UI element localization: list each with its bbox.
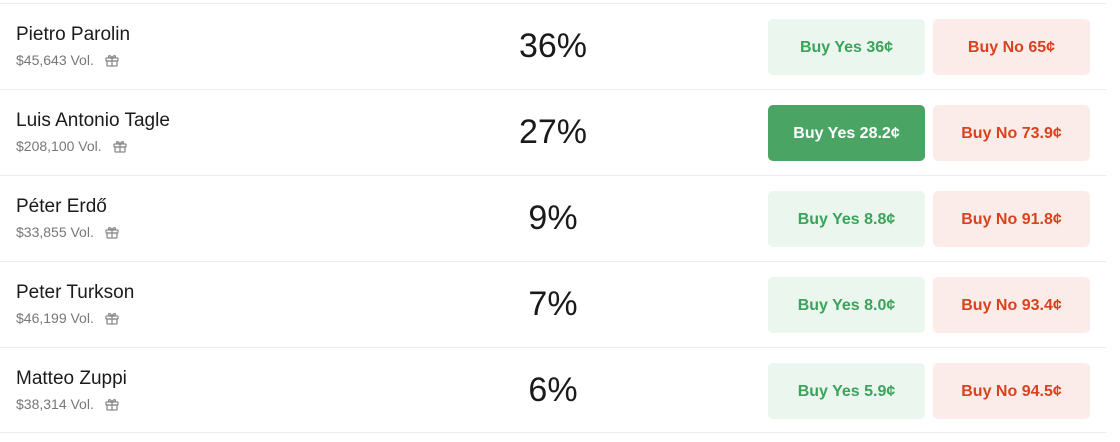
candidate-info: Peter Turkson $46,199 Vol. — [16, 281, 134, 327]
candidate-meta: $45,643 Vol. — [16, 51, 130, 69]
candidate-name: Luis Antonio Tagle — [16, 110, 170, 131]
buy-yes-button[interactable]: Buy Yes 36¢ — [768, 19, 925, 75]
candidate-list: Pietro Parolin $45,643 Vol. 36% Buy Yes … — [0, 3, 1106, 433]
gift-icon[interactable] — [104, 224, 120, 240]
candidate-meta: $38,314 Vol. — [16, 395, 127, 413]
volume-label: $38,314 Vol. — [16, 396, 94, 412]
candidate-row[interactable]: Pietro Parolin $45,643 Vol. 36% Buy Yes … — [0, 3, 1106, 89]
chance-percent: 36% — [518, 27, 588, 65]
chance-percent: 9% — [528, 199, 578, 237]
candidate-row[interactable]: Peter Turkson $46,199 Vol. 7% Buy Yes 8.… — [0, 261, 1106, 347]
gift-icon[interactable] — [104, 52, 120, 68]
candidate-meta: $46,199 Vol. — [16, 309, 134, 327]
volume-label: $33,855 Vol. — [16, 224, 94, 240]
candidate-row[interactable]: Luis Antonio Tagle $208,100 Vol. 27% Buy… — [0, 89, 1106, 175]
buy-yes-button[interactable]: Buy Yes 28.2¢ — [768, 105, 925, 161]
chance-percent: 6% — [528, 371, 578, 409]
candidate-meta: $33,855 Vol. — [16, 223, 120, 241]
volume-label: $46,199 Vol. — [16, 310, 94, 326]
candidate-name: Pietro Parolin — [16, 24, 131, 45]
candidate-info: Pietro Parolin $45,643 Vol. — [16, 23, 130, 69]
buy-no-button[interactable]: Buy No 91.8¢ — [933, 191, 1090, 247]
gift-icon[interactable] — [104, 310, 120, 326]
buy-no-button[interactable]: Buy No 93.4¢ — [933, 277, 1090, 333]
gift-icon[interactable] — [104, 396, 120, 412]
candidate-info: Luis Antonio Tagle $208,100 Vol. — [16, 109, 170, 155]
volume-label: $45,643 Vol. — [16, 52, 94, 68]
buy-yes-button[interactable]: Buy Yes 8.0¢ — [768, 277, 925, 333]
buy-no-button[interactable]: Buy No 65¢ — [933, 19, 1090, 75]
buy-no-button[interactable]: Buy No 73.9¢ — [933, 105, 1090, 161]
candidate-name: Péter Erdő — [16, 196, 107, 217]
volume-label: $208,100 Vol. — [16, 138, 102, 154]
candidate-info: Péter Erdő $33,855 Vol. — [16, 195, 120, 241]
buy-yes-button[interactable]: Buy Yes 8.8¢ — [768, 191, 925, 247]
buy-yes-button[interactable]: Buy Yes 5.9¢ — [768, 363, 925, 419]
candidate-meta: $208,100 Vol. — [16, 137, 170, 155]
gift-icon[interactable] — [112, 138, 128, 154]
chance-percent: 7% — [528, 285, 578, 323]
candidate-row[interactable]: Matteo Zuppi $38,314 Vol. 6% Buy Yes 5.9… — [0, 347, 1106, 433]
candidate-name: Peter Turkson — [16, 282, 135, 303]
candidate-row[interactable]: Péter Erdő $33,855 Vol. 9% Buy Yes 8.8¢ … — [0, 175, 1106, 261]
candidate-info: Matteo Zuppi $38,314 Vol. — [16, 367, 127, 413]
candidate-name: Matteo Zuppi — [16, 368, 127, 389]
chance-percent: 27% — [518, 113, 588, 151]
buy-no-button[interactable]: Buy No 94.5¢ — [933, 363, 1090, 419]
